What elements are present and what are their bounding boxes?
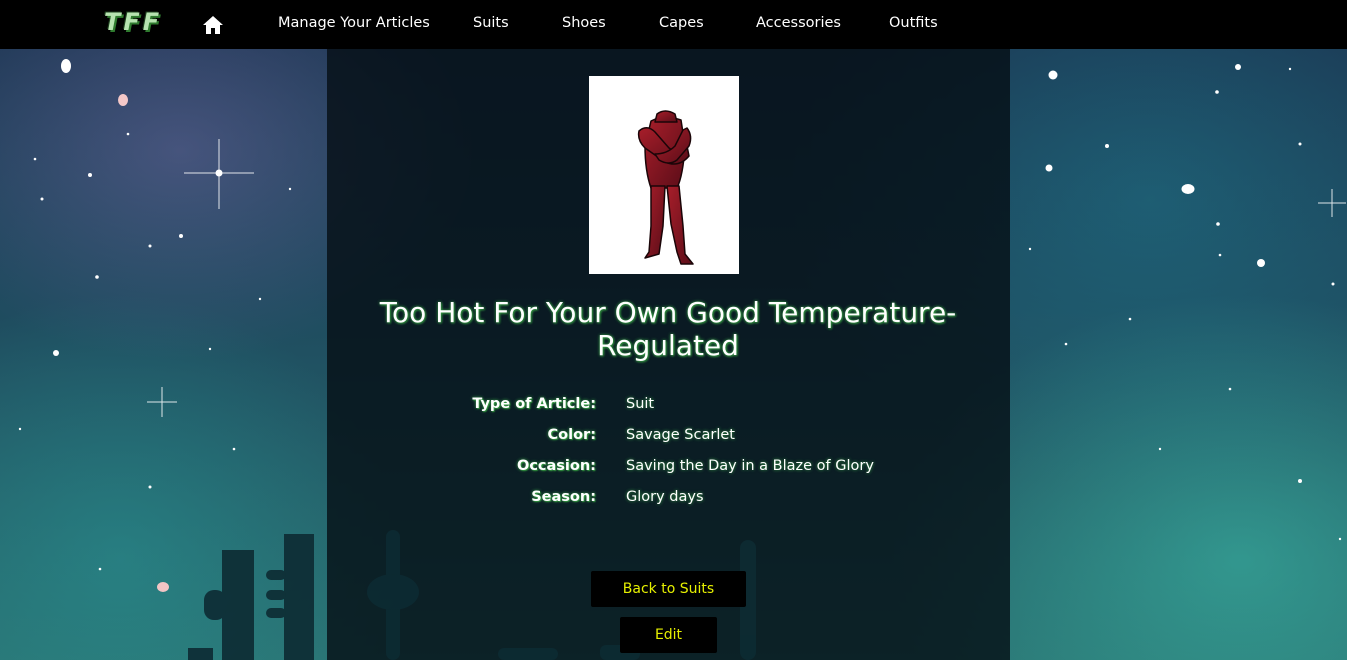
nav-shoes[interactable]: Shoes [562,15,606,31]
detail-label-color: Color: [547,427,596,443]
article-image [589,76,739,274]
nav-accessories[interactable]: Accessories [756,15,841,31]
nav-outfits[interactable]: Outfits [889,15,938,31]
article-detail: Too Hot For Your Own Good Temperature-Re… [0,0,1347,660]
nav-manage-articles[interactable]: Manage Your Articles [278,15,430,31]
back-to-suits-button[interactable]: Back to Suits [591,571,746,607]
detail-label-occasion: Occasion: [517,458,596,474]
detail-value-season: Glory days [626,489,704,505]
home-icon [203,16,223,34]
edit-button[interactable]: Edit [620,617,717,653]
detail-value-color: Savage Scarlet [626,427,735,443]
site-logo[interactable]: TFF [104,8,162,36]
detail-value-type: Suit [626,396,655,412]
nav-capes[interactable]: Capes [659,15,704,31]
red-suit-figure-icon [637,110,694,265]
nav-suits[interactable]: Suits [473,15,509,31]
detail-value-occasion: Saving the Day in a Blaze of Glory [626,458,874,474]
article-title: Too Hot For Your Own Good Temperature-Re… [379,296,957,362]
detail-label-type: Type of Article: [472,396,596,412]
detail-label-season: Season: [531,489,596,505]
top-navbar: TFF Manage Your Articles Suits Shoes Cap… [0,0,1347,49]
home-link[interactable] [201,14,225,36]
